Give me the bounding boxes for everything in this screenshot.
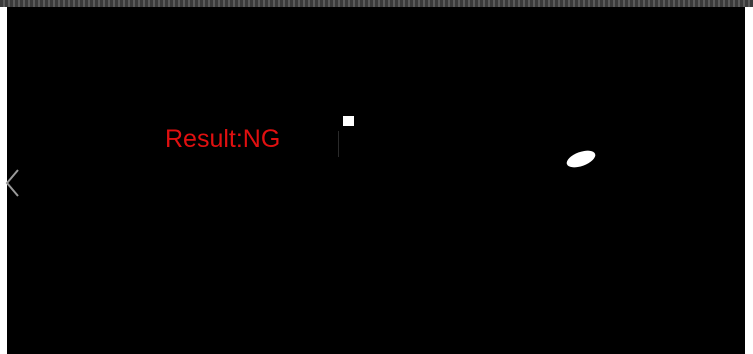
defect-blob-square — [343, 116, 354, 126]
previous-image-button[interactable] — [2, 168, 22, 198]
chevron-left-icon — [5, 169, 19, 197]
right-border — [745, 7, 753, 354]
image-viewer-frame: Result:NG — [0, 0, 753, 354]
inspection-image — [7, 7, 745, 354]
cursor-mark — [338, 131, 339, 157]
result-status-label: Result:NG — [165, 125, 281, 153]
window-top-edge — [0, 0, 753, 7]
